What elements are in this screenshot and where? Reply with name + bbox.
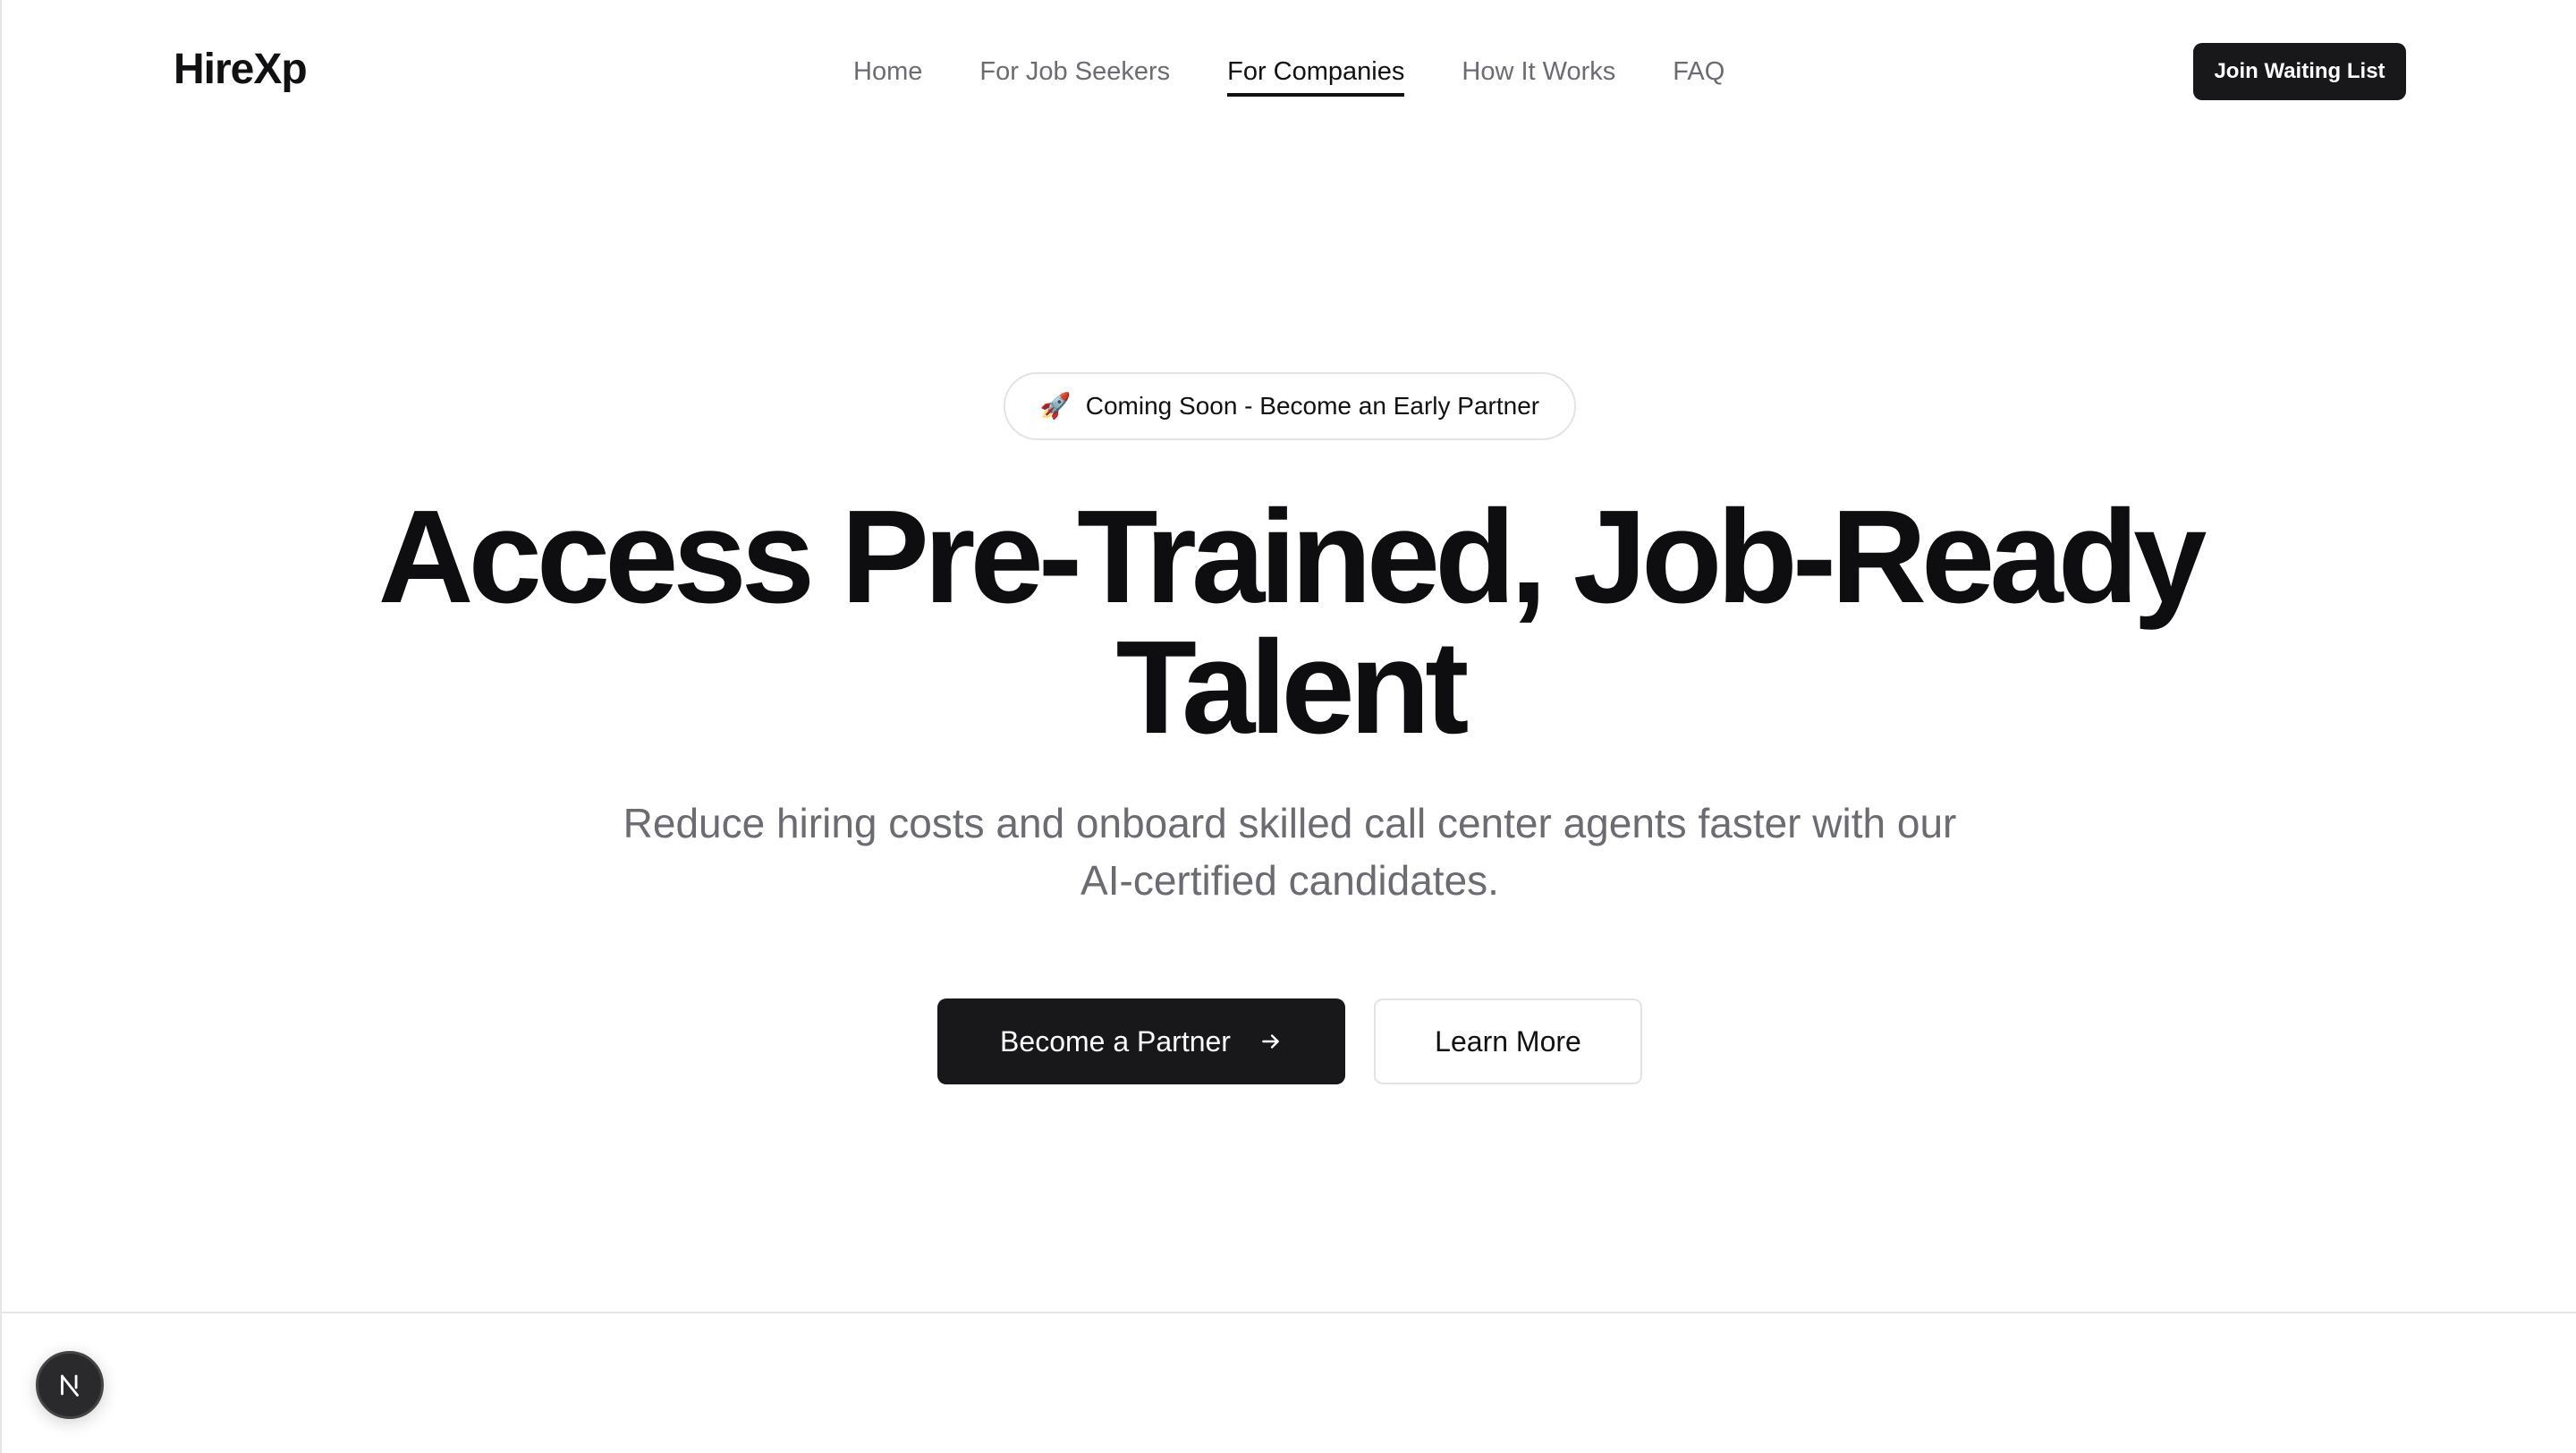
rocket-icon: 🚀 [1039,392,1072,420]
hero-title-line-2: Talent [1115,614,1470,761]
announcement-badge: 🚀 Coming Soon - Become an Early Partner [1004,372,1576,440]
hero-subtitle-line-1: Reduce hiring costs and onboard skilled … [623,800,1957,846]
site-header: HireXp Home For Job Seekers For Companie… [2,0,2576,143]
brand-logo[interactable]: HireXp [174,45,308,94]
nav-home[interactable]: Home [853,55,922,93]
announcement-text: Coming Soon - Become an Early Partner [1085,392,1540,420]
learn-more-button[interactable]: Learn More [1374,998,1642,1084]
nav-for-companies[interactable]: For Companies [1227,55,1405,97]
become-partner-label: Become a Partner [1000,1024,1231,1058]
n-logo-icon [61,1374,79,1397]
hero-subtitle: Reduce hiring costs and onboard skilled … [574,794,2005,909]
join-waiting-list-button[interactable]: Join Waiting List [2193,43,2406,100]
page: HireXp Home For Job Seekers For Companie… [0,0,2576,1453]
hero-title-line-1: Access Pre-Trained, Job-Ready [377,483,2207,631]
nav-for-job-seekers[interactable]: For Job Seekers [979,55,1170,93]
nav-faq[interactable]: FAQ [1673,55,1724,93]
main-nav: Home For Job Seekers For Companies How I… [853,55,1724,97]
hero-subtitle-line-2: AI-certified candidates. [1080,857,1499,904]
nav-how-it-works[interactable]: How It Works [1462,55,1615,93]
become-partner-button[interactable]: Become a Partner [937,998,1345,1084]
hero-title: Access Pre-Trained, Job-Ready Talent [216,491,2363,754]
nextjs-dev-indicator[interactable] [36,1351,104,1419]
section-divider [2,1312,2576,1313]
arrow-right-icon [1262,1034,1279,1049]
